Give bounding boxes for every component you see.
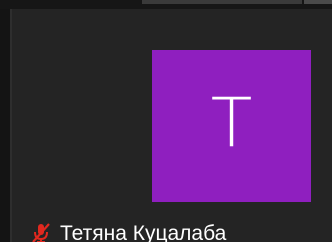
adjacent-tile-top: [0, 0, 332, 9]
participant-avatar: T: [152, 50, 311, 202]
participant-tile[interactable]: T Тетяна Куцалаба: [12, 9, 332, 242]
muted-microphone-icon: [32, 223, 50, 242]
participant-name-label: Тетяна Куцалаба: [30, 219, 226, 242]
participant-name: Тетяна Куцалаба: [60, 221, 227, 242]
adjacent-tile-edge-right: [304, 0, 332, 4]
video-grid: T Тетяна Куцалаба: [0, 0, 332, 242]
adjacent-tile-edge: [142, 0, 302, 4]
avatar-initial: T: [210, 84, 253, 163]
adjacent-tile-left: [0, 9, 10, 242]
